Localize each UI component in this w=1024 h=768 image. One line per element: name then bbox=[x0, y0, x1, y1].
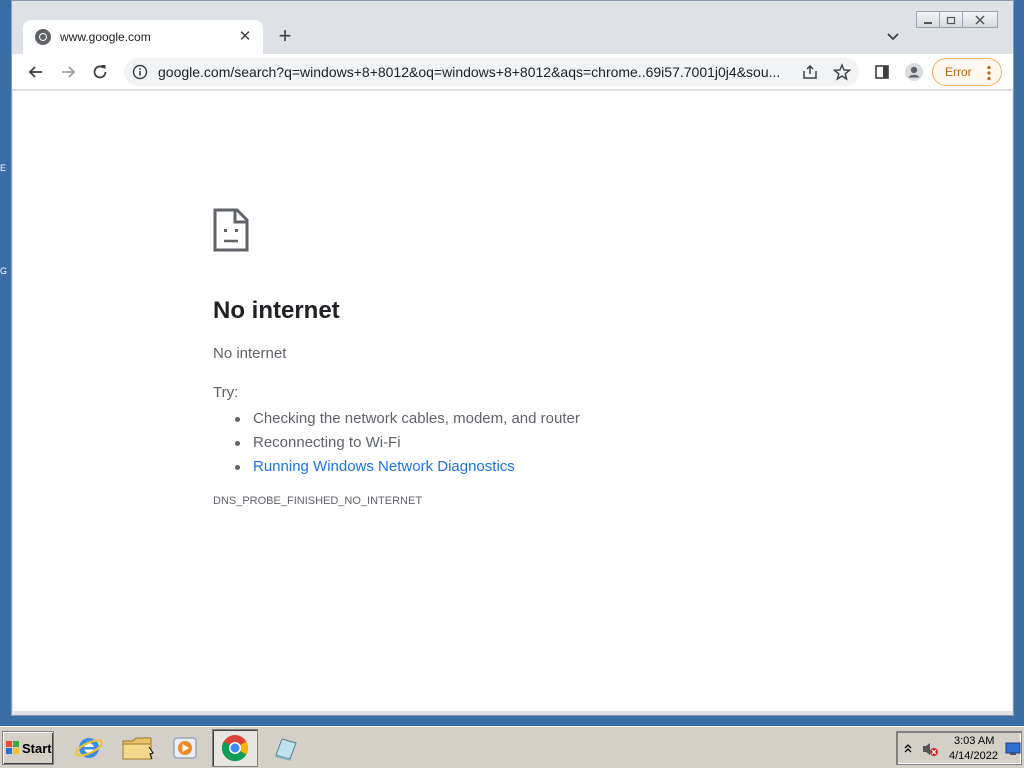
browser-tab[interactable]: www.google.com ✕ bbox=[23, 20, 263, 54]
show-hidden-icons-chevron-icon[interactable] bbox=[903, 743, 913, 753]
sad-page-icon bbox=[213, 208, 249, 252]
close-window-button[interactable] bbox=[962, 11, 998, 28]
system-tray: 3:03 AM 4/14/2022 bbox=[896, 731, 1022, 765]
browser-window: www.google.com ✕ + google.com/search?q=w… bbox=[11, 0, 1014, 716]
chrome-taskbar-button[interactable] bbox=[212, 729, 258, 767]
new-tab-button[interactable]: + bbox=[274, 25, 296, 48]
avatar-icon bbox=[905, 63, 923, 81]
back-arrow-icon bbox=[28, 66, 42, 78]
show-desktop-icon[interactable] bbox=[1005, 742, 1021, 756]
error-title: No internet bbox=[213, 297, 340, 324]
url-text[interactable]: google.com/search?q=windows+8+8012&oq=wi… bbox=[158, 64, 790, 80]
tab-search-chevron-icon[interactable] bbox=[884, 28, 902, 46]
bookmark-star-icon[interactable] bbox=[833, 63, 851, 81]
volume-muted-icon[interactable] bbox=[921, 741, 939, 757]
side-panel-button[interactable] bbox=[870, 60, 894, 84]
kebab-menu-icon[interactable] bbox=[987, 65, 991, 81]
folder-icon bbox=[122, 737, 154, 760]
media-player-taskbar-button[interactable] bbox=[162, 729, 208, 767]
forward-button[interactable] bbox=[56, 60, 80, 84]
forward-arrow-icon bbox=[62, 66, 76, 78]
tab-title: www.google.com bbox=[60, 30, 151, 44]
start-button[interactable]: Start bbox=[2, 731, 54, 765]
suggestion-item: Checking the network cables, modem, and … bbox=[233, 407, 580, 431]
share-icon[interactable] bbox=[801, 63, 819, 81]
info-icon[interactable] bbox=[132, 64, 148, 80]
minimize-button[interactable] bbox=[916, 11, 940, 28]
profile-error-button[interactable]: Error bbox=[932, 58, 1002, 86]
page-content: No internet No internet Try: Checking th… bbox=[13, 91, 1012, 711]
try-label: Try: bbox=[213, 384, 239, 401]
taskbar: Start 3:03 AM 4/14/2022 bbox=[0, 726, 1024, 768]
notepad-taskbar-button[interactable] bbox=[262, 729, 308, 767]
notepad-icon bbox=[275, 738, 297, 761]
tab-strip: www.google.com ✕ + bbox=[12, 1, 1013, 54]
browser-toolbar: google.com/search?q=windows+8+8012&oq=wi… bbox=[12, 54, 1013, 90]
error-subtitle: No internet bbox=[213, 345, 287, 362]
chrome-icon bbox=[221, 735, 249, 762]
close-tab-icon[interactable]: ✕ bbox=[237, 29, 253, 45]
desktop-icon-label-fragment: G bbox=[0, 266, 8, 276]
error-code: DNS_PROBE_FINISHED_NO_INTERNET bbox=[213, 495, 423, 507]
windows-flag-icon bbox=[6, 741, 19, 754]
reload-button[interactable] bbox=[88, 60, 112, 84]
media-player-icon bbox=[173, 737, 197, 759]
internet-explorer-taskbar-button[interactable] bbox=[66, 729, 112, 767]
network-diagnostics-link[interactable]: Running Windows Network Diagnostics bbox=[233, 455, 580, 479]
file-explorer-taskbar-button[interactable] bbox=[114, 729, 160, 767]
back-button[interactable] bbox=[24, 60, 48, 84]
start-label: Start bbox=[22, 740, 52, 756]
desktop-icon-label-fragment: E bbox=[0, 163, 7, 173]
side-panel-icon bbox=[875, 65, 889, 79]
reload-icon bbox=[93, 65, 107, 79]
internet-explorer-icon bbox=[75, 738, 103, 758]
suggestion-item: Reconnecting to Wi-Fi bbox=[233, 431, 580, 455]
profile-button[interactable] bbox=[902, 60, 926, 84]
suggestion-list: Checking the network cables, modem, and … bbox=[233, 407, 580, 479]
address-bar[interactable]: google.com/search?q=windows+8+8012&oq=wi… bbox=[124, 58, 859, 86]
clock-date[interactable]: 4/14/2022 bbox=[949, 750, 998, 762]
globe-icon bbox=[35, 29, 51, 45]
clock-time[interactable]: 3:03 AM bbox=[954, 735, 994, 747]
restore-button[interactable] bbox=[939, 11, 963, 28]
error-status-label: Error bbox=[945, 65, 972, 79]
